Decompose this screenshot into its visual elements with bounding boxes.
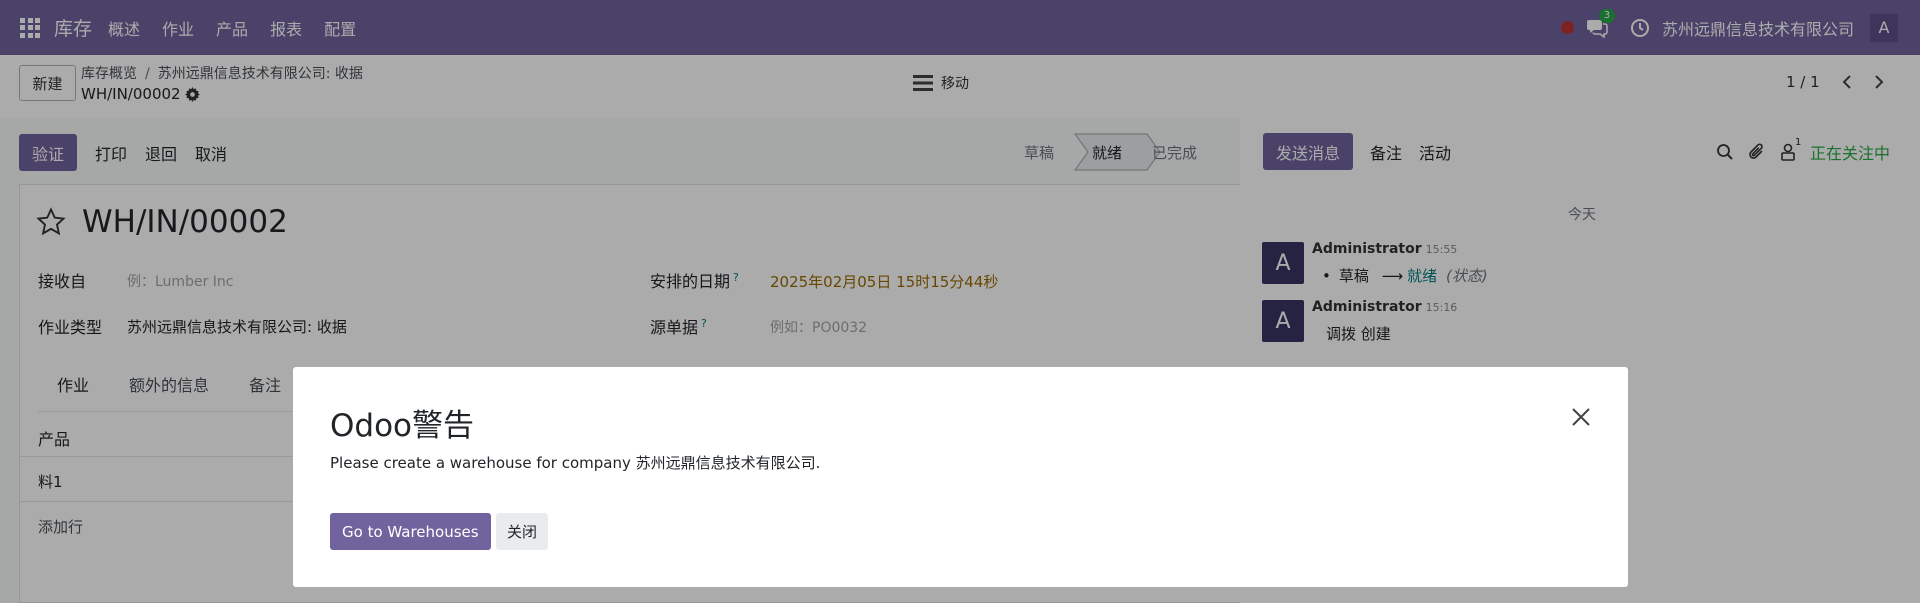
go-to-warehouses-button[interactable]: Go to Warehouses xyxy=(330,513,491,550)
close-icon[interactable] xyxy=(1571,407,1591,427)
warning-dialog: Odoo警告 Please create a warehouse for com… xyxy=(293,367,1628,587)
close-button[interactable]: 关闭 xyxy=(496,513,549,550)
dialog-message: Please create a warehouse for company 苏州… xyxy=(330,454,821,472)
dialog-title: Odoo警告 xyxy=(330,408,475,444)
